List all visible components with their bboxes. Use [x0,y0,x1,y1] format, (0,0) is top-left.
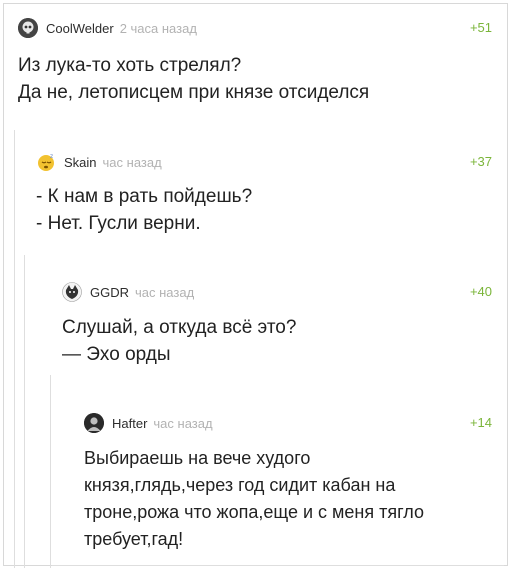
comment-line: Выбираешь на вече худого [84,448,311,468]
comment-author[interactable]: Skain [64,155,97,170]
comment-time[interactable]: час назад [135,285,194,300]
comment-time[interactable]: 2 часа назад [120,21,197,36]
comment-line: Да не, летописцем при князе отсиделся [18,82,370,103]
comment-rating: +14 [469,415,492,430]
comment-header: GGDR час назад +40 [62,280,492,304]
thread-branch-line[interactable] [14,130,15,568]
comment-time[interactable]: час назад [153,416,212,431]
comment-line: - Нет. Гусли верни. [36,213,201,234]
sleepy-face-avatar-icon[interactable]: z [36,152,56,172]
comment-rating: +37 [469,154,492,169]
comment-text: Слушай, а откуда всё это? — Эхо орды [62,314,492,368]
comment-line: князя,глядь,через год сидит кабан на [84,475,396,495]
comment: CoolWelder 2 часа назад +51 Из лука-то х… [18,16,492,116]
comment-author[interactable]: Hafter [112,416,147,431]
comment-line: Слушай, а откуда всё это? [62,317,297,338]
comment-line: — Эхо орды [62,344,171,365]
comment-header: CoolWelder 2 часа назад +51 [18,16,492,40]
comment-header: Hafter час назад +14 [84,411,492,435]
svg-text:z: z [50,153,53,160]
comment-line: троне,рожа что жопа,еще и с меня тягло [84,502,424,522]
comment: GGDR час назад +40 Слушай, а откуда всё … [62,280,492,380]
comment-author[interactable]: GGDR [90,285,129,300]
comment-rating: +40 [469,284,492,299]
comment-time[interactable]: час назад [103,155,162,170]
skull-avatar-icon[interactable] [18,18,38,38]
comment-header: z Skain час назад +37 [36,150,492,174]
thread-branch-line[interactable] [24,255,25,568]
comment-rating: +51 [469,20,492,35]
comment-line: - К нам в рать пойдешь? [36,186,253,207]
person-avatar-icon[interactable] [84,413,104,433]
comment-text: Выбираешь на вече худого князя,глядь,чер… [84,445,492,553]
comment: z Skain час назад +37 - К нам в рать пой… [36,150,492,250]
comment: Hafter час назад +14 Выбираешь на вече х… [84,411,492,561]
comment-author[interactable]: CoolWelder [46,21,114,36]
comment-line: требует,гад! [84,529,184,549]
animal-avatar-icon[interactable] [62,282,82,302]
comment-text: Из лука-то хоть стрелял? Да не, летописц… [18,52,492,106]
comment-divider [52,565,504,566]
comment-text: - К нам в рать пойдешь? - Нет. Гусли вер… [36,183,492,237]
thread-branch-line[interactable] [50,375,51,568]
comment-line: Из лука-то хоть стрелял? [18,55,242,76]
